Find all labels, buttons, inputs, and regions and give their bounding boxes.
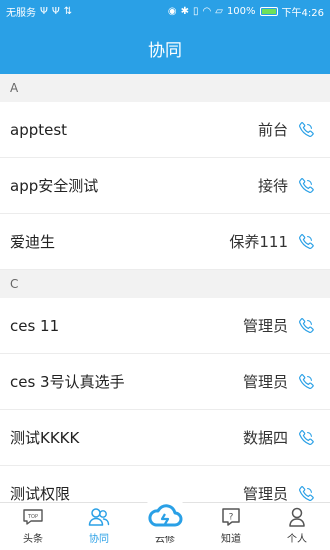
- section-header-c: C: [0, 270, 330, 298]
- phone-icon[interactable]: [296, 120, 316, 140]
- section-letter: A: [10, 81, 19, 95]
- battery-icon: [259, 6, 278, 16]
- contact-name: 爱迪生: [10, 233, 56, 251]
- contact-row[interactable]: 测试KKKK 数据四: [0, 410, 330, 466]
- signal-arrows-icon: ⇅: [63, 5, 73, 17]
- section-header-a: A: [0, 74, 330, 102]
- vibrate-icon: ▯: [192, 5, 199, 17]
- sim-icon: ▱: [215, 5, 223, 17]
- tab-collaboration[interactable]: 协同: [66, 506, 132, 550]
- battery-percent: 100%: [226, 5, 256, 17]
- contact-role: 保养111: [229, 233, 288, 251]
- tab-headlines[interactable]: TOP 头条: [0, 506, 66, 550]
- wifi-icon: ◠: [202, 5, 212, 17]
- tab-label: 头条: [23, 534, 43, 545]
- contact-role: 数据四: [242, 429, 288, 447]
- page-title: 协同: [148, 40, 182, 61]
- contact-name: ces 11: [10, 316, 60, 335]
- contact-name: 测试权限: [10, 485, 71, 502]
- phone-icon[interactable]: [296, 484, 316, 503]
- question-icon: ?: [220, 506, 242, 528]
- location-icon: ◉: [167, 5, 177, 17]
- phone-icon[interactable]: [296, 176, 316, 196]
- bottom-tab-bar: TOP 头条 协同 云修 ? 知道 个人: [0, 496, 330, 550]
- svg-text:TOP: TOP: [27, 514, 38, 520]
- tab-label: 协同: [89, 534, 109, 545]
- status-bar: 无服务 Ψ Ψ ⇅ ◉ ✱ ▯ ◠ ▱ 100% 下午4:26: [0, 0, 330, 22]
- contact-role: 前台: [257, 121, 288, 139]
- tab-label: 个人: [287, 534, 307, 545]
- usb-icon: Ψ: [51, 5, 60, 17]
- usb-icon: Ψ: [40, 5, 48, 17]
- contacts-icon: [88, 506, 110, 528]
- svg-text:?: ?: [229, 513, 234, 523]
- carrier-text: 无服务: [6, 7, 36, 19]
- contact-list[interactable]: A apptest 前台 app安全测试 接待 爱迪生 保养111 C ces …: [0, 74, 330, 502]
- tab-personal[interactable]: 个人: [264, 506, 330, 550]
- clock: 下午4:26: [281, 7, 324, 19]
- contact-row[interactable]: app安全测试 接待: [0, 158, 330, 214]
- contact-row[interactable]: ces 11 管理员: [0, 298, 330, 354]
- contact-role: 管理员: [242, 485, 288, 502]
- contact-name: app安全测试: [10, 177, 99, 195]
- phone-icon[interactable]: [296, 428, 316, 448]
- tab-knowledge[interactable]: ? 知道: [198, 506, 264, 550]
- contact-row[interactable]: apptest 前台: [0, 102, 330, 158]
- contact-row[interactable]: ces 3号认真选手 管理员: [0, 354, 330, 410]
- contact-role: 管理员: [242, 373, 288, 391]
- contact-name: ces 3号认真选手: [10, 373, 125, 391]
- title-bar: 协同: [0, 22, 330, 74]
- phone-icon[interactable]: [296, 372, 316, 392]
- bluetooth-icon: ✱: [180, 5, 189, 17]
- phone-icon[interactable]: [296, 316, 316, 336]
- contact-name: 测试KKKK: [10, 429, 80, 447]
- section-letter: C: [10, 277, 19, 291]
- contact-row[interactable]: 爱迪生 保养111: [0, 214, 330, 270]
- cloud-repair-icon: [138, 496, 192, 536]
- phone-icon[interactable]: [296, 232, 316, 252]
- contact-role: 接待: [257, 177, 288, 195]
- person-icon: [286, 506, 308, 528]
- top-news-icon: TOP: [22, 506, 44, 528]
- tab-cloud-repair[interactable]: 云修: [132, 490, 198, 550]
- tab-label: 知道: [221, 534, 241, 545]
- contact-role: 管理员: [242, 317, 288, 335]
- contact-name: apptest: [10, 120, 68, 139]
